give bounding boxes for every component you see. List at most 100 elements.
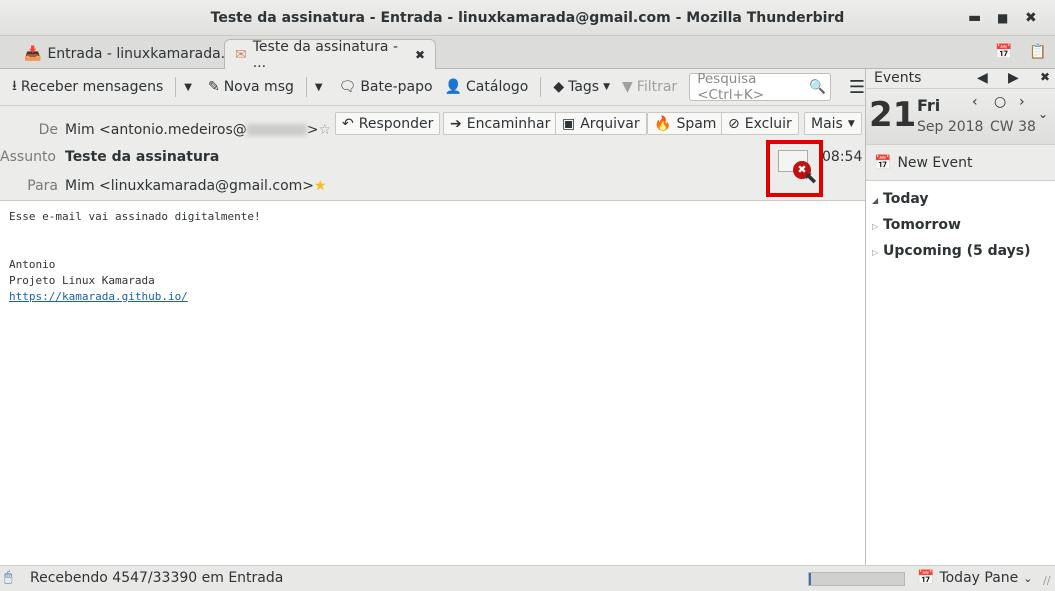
star-icon[interactable]: ☆ <box>319 122 332 138</box>
get-messages-dropdown[interactable]: ▼ <box>184 82 192 93</box>
close-pane-icon[interactable]: ✖ <box>1040 70 1050 84</box>
chevron-down-icon: ▼ <box>603 82 611 92</box>
prev-arrow-icon[interactable]: ◀ <box>977 70 988 86</box>
chat-icon: 🗨 <box>338 79 357 95</box>
to-label: Para <box>27 178 58 194</box>
subject-label: Assunto <box>0 149 56 165</box>
tags-button[interactable]: ◆ Tags ▼ <box>549 79 614 95</box>
calendar-icon[interactable]: 📅 <box>995 44 1012 60</box>
menu-icon[interactable]: ☰ <box>849 77 865 98</box>
pencil-icon: ✎ <box>207 79 220 95</box>
calendar-week: CW 38 <box>990 119 1036 135</box>
subject-value: Teste da assinatura <box>65 149 220 165</box>
no-entry-icon: ⊘ <box>728 115 740 132</box>
cursor-icon: ⬉ <box>804 168 818 187</box>
tab-label: Entrada - linuxkamarada... <box>47 46 235 62</box>
progress-fill <box>809 573 811 585</box>
today-pane-toggle[interactable]: 📅 Today Pane ⌄ <box>917 570 1032 586</box>
junk-button[interactable]: 🔥 Spam <box>647 112 724 135</box>
signature-link[interactable]: https://kamarada.github.io/ <box>9 290 188 303</box>
label: New Event <box>897 154 973 171</box>
label: Mais <box>811 115 843 132</box>
forward-button[interactable]: ➔ Encaminhar <box>443 112 558 135</box>
window-title: Teste da assinatura - Entrada - linuxkam… <box>210 9 845 26</box>
from-label: De <box>38 122 58 138</box>
maximize-button[interactable]: ■ <box>997 11 1008 25</box>
label: Encaminhar <box>466 115 551 132</box>
star-filled-icon[interactable]: ★ <box>314 178 327 194</box>
label: Arquivar <box>580 115 640 132</box>
tab-bar: 📥 Entrada - linuxkamarada... ✉ Teste da … <box>0 36 1055 71</box>
next-day-icon[interactable]: › <box>1019 94 1025 110</box>
search-placeholder: Pesquisa <Ctrl+K> <box>697 71 765 103</box>
expand-chevron-icon[interactable]: ⌄ <box>1038 107 1048 121</box>
more-button[interactable]: Mais ▼ <box>804 112 862 135</box>
download-icon: ⭳ <box>12 78 17 94</box>
label: Receber mensagens <box>20 79 164 95</box>
address-book-button[interactable]: 👤 Catálogo <box>441 79 533 95</box>
person-icon: 👤 <box>444 79 463 95</box>
date-header: 21 Fri Sep 2018 CW 38 ‹ ○ › ⌄ <box>866 89 1055 145</box>
section-upcoming[interactable]: ▷ Upcoming (5 days) <box>872 239 1049 265</box>
label: Nova msg <box>223 79 294 95</box>
delete-button[interactable]: ⊘ Excluir <box>721 112 799 135</box>
flame-icon: 🔥 <box>654 115 672 132</box>
next-arrow-icon[interactable]: ▶ <box>1008 70 1019 86</box>
label: Filtrar <box>636 79 678 95</box>
tasks-icon[interactable]: 📋 <box>1029 44 1046 60</box>
new-event-icon: 📅 <box>874 154 892 171</box>
from-address: Mim <antonio.medeiros@ <box>65 122 247 138</box>
close-tab-icon[interactable]: ✖ <box>415 48 425 62</box>
search-icon: 🔍 <box>809 79 826 95</box>
blurred-domain <box>246 124 307 136</box>
title-bar: Teste da assinatura - Entrada - linuxkam… <box>0 0 1055 36</box>
label: Responder <box>358 115 434 132</box>
collapsed-triangle-icon: ▷ <box>872 248 879 257</box>
section-today[interactable]: ◢ Today <box>872 187 1049 213</box>
expanded-triangle-icon: ◢ <box>872 196 879 205</box>
to-address: Mim <linuxkamarada@gmail.com> <box>65 178 315 194</box>
label: Spam <box>676 115 717 132</box>
close-window-button[interactable]: ✖ <box>1025 10 1037 26</box>
body-line: Antonio <box>9 258 56 271</box>
network-icon: 🖱 <box>4 569 13 585</box>
tab-inbox[interactable]: 📥 Entrada - linuxkamarada... <box>14 39 244 69</box>
search-input[interactable]: Pesquisa <Ctrl+K> 🔍 <box>689 71 831 103</box>
tab-message[interactable]: ✉ Teste da assinatura - ... ✖ <box>224 38 436 71</box>
resize-grip-icon[interactable]: ∕∕ <box>1043 574 1050 587</box>
write-button[interactable]: ✎ Nova msg <box>204 79 298 95</box>
chat-button[interactable]: 🗨 Bate-papo <box>335 79 437 95</box>
filter-button[interactable]: ▼ Filtrar <box>618 79 681 95</box>
get-messages-button[interactable]: ⭳ Receber mensagens <box>8 75 167 99</box>
today-pane: Events ◀ ▶ ✖ 21 Fri Sep 2018 CW 38 ‹ ○ ›… <box>865 69 1055 565</box>
collapsed-triangle-icon: ▷ <box>872 222 879 231</box>
minimize-button[interactable]: ▬ <box>968 10 981 26</box>
today-circle-icon[interactable]: ○ <box>994 94 1006 110</box>
tab-label: Teste da assinatura - ... <box>252 38 398 71</box>
reply-icon: ↶ <box>342 115 354 132</box>
inbox-icon: 📥 <box>24 46 42 62</box>
main-toolbar: ⭳ Receber mensagens ▼ ✎ Nova msg ▼ 🗨 Bate-p… <box>0 69 865 106</box>
archive-button[interactable]: ▣ Arquivar <box>555 112 647 135</box>
day-number: 21 <box>869 95 917 135</box>
write-dropdown[interactable]: ▼ <box>315 82 323 93</box>
reply-button[interactable]: ↶ Responder <box>335 112 441 135</box>
status-bar: 🖱 Recebendo 4547/33390 em Entrada 📅 Today… <box>0 565 1055 591</box>
label: Catálogo <box>466 79 529 95</box>
to-value[interactable]: Mim <linuxkamarada@gmail.com>★ <box>65 178 327 194</box>
section-tomorrow[interactable]: ▷ Tomorrow <box>872 213 1049 239</box>
from-value[interactable]: Mim <antonio.medeiros@ >☆ <box>65 122 331 138</box>
prev-day-icon[interactable]: ‹ <box>972 94 978 110</box>
archive-icon: ▣ <box>562 115 576 132</box>
new-event-button[interactable]: 📅 New Event <box>866 145 1055 181</box>
label: Tomorrow <box>883 217 961 233</box>
label: Tags <box>568 79 600 95</box>
divider <box>540 77 542 97</box>
chevron-down-icon: ▼ <box>847 118 855 129</box>
label: Excluir <box>744 115 792 132</box>
calendar-icon: 📅 <box>917 570 935 586</box>
tag-icon: ◆ <box>553 79 565 95</box>
label: Upcoming (5 days) <box>883 243 1031 259</box>
envelope-icon: ✉ <box>235 46 247 63</box>
message-time: 08:54 <box>822 149 863 165</box>
